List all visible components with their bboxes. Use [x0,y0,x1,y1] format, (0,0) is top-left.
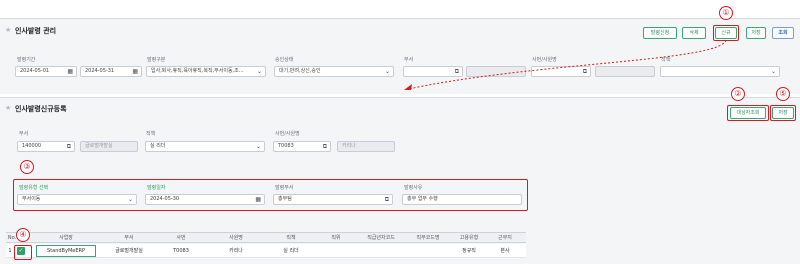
type-select[interactable]: 입사,퇴사,휴직,육아휴직,복직,부서이동,조... ⌄ [146,66,266,77]
highlight-save-button [770,105,796,121]
marker-1: ① [719,6,733,20]
row-no: 1 [8,248,12,254]
col-dept: 부서 [124,235,134,241]
status-select[interactable]: 대기,반려,상신,승인 ⌄ [274,66,394,77]
star-icon[interactable]: ★ [5,26,11,34]
position-label: 직책 [146,131,156,137]
dept-code-input[interactable]: 140000 ⧉ [17,141,75,152]
status-label: 승인상태 [275,57,294,63]
marker-5: ⑤ [776,87,790,101]
position-select[interactable]: 실 리더 ⌄ [145,141,265,152]
position-value: 실 리더 [150,143,166,149]
emp-code-input[interactable]: T0083 ⧉ [273,141,331,152]
table-row[interactable]: 1 ✓ StandByMeERP 글로벌개발실 T0083 카리나 실 리더 정… [6,244,526,258]
row-site[interactable]: StandByMeERP [36,245,96,257]
search-button[interactable]: 조회 [772,27,794,39]
col-code: 사번 [176,235,186,241]
date-to-input[interactable]: 2024-05-31 ▦ [80,66,142,77]
dept-name-value: 글로벌개발실 [85,143,113,149]
col-name: 사원명 [229,235,243,241]
save-button-top[interactable]: 저장 [746,27,766,39]
highlight-select-target [727,105,769,121]
date-to-value: 2024-05-31 [85,68,115,74]
link-icon[interactable]: ⧉ [67,142,71,151]
page-title: 인사발령 관리 [15,27,57,35]
chevron-down-icon: ⌄ [255,143,261,150]
highlight-new-button [713,25,739,41]
col-employ: 고용유형 [459,235,479,241]
row-dept: 글로벌개발실 [115,248,143,254]
type-select-value: 입사,퇴사,휴직,육아휴직,복직,부서이동,조... [151,68,244,74]
date-from-input[interactable]: 2024-05-01 ▦ [15,66,77,77]
dept-code-value: 140000 [22,143,42,149]
emp-code-value: T0083 [278,143,294,149]
row-place: 본사 [500,248,510,254]
chevron-down-icon: ⌄ [770,68,776,75]
row-employ: 정규직 [462,248,476,254]
section-title: 인사발령신규등록 [15,105,67,113]
marker-3: ③ [20,160,34,174]
row-code: T0083 [173,248,189,254]
row-name: 카리나 [229,248,243,254]
status-select-value: 대기,반려,상신,승인 [279,68,321,74]
emp-name-value: 카리나 [342,143,356,149]
emp-name-field: 카리나 [337,141,395,152]
col-job: 직무코드명 [416,235,440,241]
grid-header: No. 사업장 부서 사번 사원명 직책 직위 직급년차코드 직무코드명 고용유… [6,232,526,243]
delete-button[interactable]: 삭제 [682,27,706,39]
date-from-value: 2024-05-01 [20,68,50,74]
col-rank: 직위 [331,235,341,241]
chevron-down-icon: ⌄ [256,68,262,75]
flow-arrow [403,40,727,91]
emp-label: 사번/사원명 [275,131,300,137]
col-site: 사업장 [59,235,73,241]
dept-label: 부서 [19,131,29,137]
calendar-icon[interactable]: ▦ [132,67,138,76]
col-grade: 직급년차코드 [367,235,395,241]
col-position: 직책 [286,235,296,241]
link-icon[interactable]: ⧉ [323,142,327,151]
period-label: 발령기간 [17,57,36,63]
highlight-row-checkbox [14,245,32,260]
row-position: 실 리더 [283,248,299,254]
type-label: 발령구분 [147,57,166,63]
star-icon[interactable]: ★ [5,104,11,112]
marker-4: ④ [16,228,30,242]
highlight-appointment-row [13,179,528,211]
apply-button[interactable]: 발령신청 [643,27,677,39]
col-place: 근무지 [498,235,512,241]
calendar-icon[interactable]: ▦ [67,67,73,76]
dept-name-field: 글로벌개발실 [80,141,138,152]
